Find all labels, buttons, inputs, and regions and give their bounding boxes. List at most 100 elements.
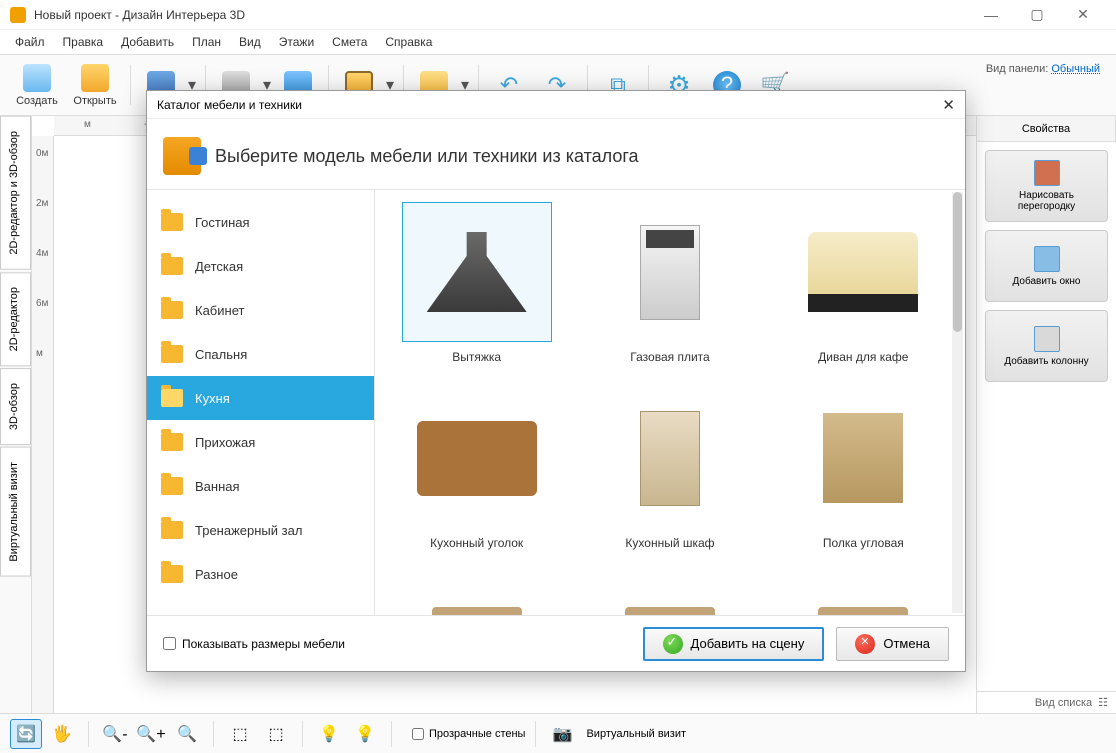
catalog-dialog: Каталог мебели и техники ✕ Выберите моде…	[146, 90, 966, 672]
menu-estimate[interactable]: Смета	[323, 32, 376, 52]
category-label: Гостиная	[195, 215, 250, 230]
walls-toggle-2[interactable]: ⬚	[260, 719, 292, 749]
list-mode-row: Вид списка ☷	[977, 691, 1116, 713]
folder-icon	[161, 433, 183, 451]
light-toggle[interactable]: 💡	[313, 719, 345, 749]
pan-button[interactable]: 🖐	[46, 719, 78, 749]
furniture-icon	[808, 232, 918, 312]
menu-file[interactable]: Файл	[6, 32, 54, 52]
vtab-2d[interactable]: 2D-редактор	[0, 272, 31, 366]
zoom-fit-icon: 🔍	[177, 724, 197, 744]
category-item[interactable]: Кухня	[147, 376, 374, 420]
catalog-item[interactable]: Газовая плита	[586, 202, 753, 364]
category-label: Кухня	[195, 391, 230, 406]
toolbar-create[interactable]: Создать	[10, 58, 64, 112]
vtab-virtual[interactable]: Виртуальный визит	[0, 447, 31, 577]
bulb-icon: 💡	[355, 724, 375, 744]
category-label: Прихожая	[195, 435, 255, 450]
furniture-icon	[818, 607, 908, 616]
catalog-item[interactable]: Диван для кафе	[780, 202, 947, 364]
item-thumbnail	[595, 202, 745, 342]
vtab-3d[interactable]: 3D-обзор	[0, 368, 31, 445]
folder-icon	[161, 257, 183, 275]
zoom-fit-button[interactable]: 🔍	[171, 719, 203, 749]
item-thumbnail	[595, 388, 745, 528]
bottombar: 🔄 🖐 🔍- 🔍+ 🔍 ⬚ ⬚ 💡 💡 Прозрачные стены 📷 В…	[0, 713, 1116, 753]
menu-plan[interactable]: План	[183, 32, 230, 52]
menu-floors[interactable]: Этажи	[270, 32, 323, 52]
category-item[interactable]: Детская	[147, 244, 374, 288]
show-sizes-check[interactable]: Показывать размеры мебели	[163, 637, 345, 651]
zoom-in-button[interactable]: 🔍+	[135, 719, 167, 749]
vtab-2d3d[interactable]: 2D-редактор и 3D-обзор	[0, 116, 31, 270]
dialog-close-button[interactable]: ✕	[942, 96, 955, 114]
dialog-titlebar[interactable]: Каталог мебели и техники ✕	[147, 91, 965, 119]
dialog-footer: Показывать размеры мебели Добавить на сц…	[147, 615, 965, 671]
cancel-button[interactable]: Отмена	[836, 627, 949, 661]
item-label: Кухонный шкаф	[625, 536, 714, 550]
app-icon	[10, 7, 26, 23]
zoom-out-button[interactable]: 🔍-	[99, 719, 131, 749]
category-item[interactable]: Разное	[147, 552, 374, 596]
folder-icon	[161, 389, 183, 407]
category-label: Спальня	[195, 347, 247, 362]
bricks-icon	[1034, 160, 1060, 186]
menu-add[interactable]: Добавить	[112, 32, 183, 52]
catalog-item[interactable]: Вытяжка	[393, 202, 560, 364]
maximize-button[interactable]: ▢	[1014, 0, 1060, 30]
catalog-item[interactable]: Полка угловая	[780, 388, 947, 550]
catalog-item[interactable]	[393, 574, 560, 615]
catalog-item[interactable]	[586, 574, 753, 615]
category-item[interactable]: Ванная	[147, 464, 374, 508]
menu-help[interactable]: Справка	[376, 32, 441, 52]
item-label: Вытяжка	[452, 350, 501, 364]
show-sizes-checkbox[interactable]	[163, 637, 176, 650]
category-item[interactable]: Тренажерный зал	[147, 508, 374, 552]
right-panel: Свойства Нарисовать перегородку Добавить…	[976, 116, 1116, 713]
window-icon	[1034, 246, 1060, 272]
separator	[213, 721, 214, 747]
tool-add-window[interactable]: Добавить окно	[985, 230, 1108, 302]
virtual-visit-label[interactable]: Виртуальный визит	[586, 728, 686, 740]
separator	[88, 721, 89, 747]
light-button-2[interactable]: 💡	[349, 719, 381, 749]
walls-toggle-1[interactable]: ⬚	[224, 719, 256, 749]
folder-icon	[161, 565, 183, 583]
bulb-icon: 💡	[319, 724, 339, 744]
minimize-button[interactable]: —	[968, 0, 1014, 30]
catalog-item[interactable]: Кухонный шкаф	[586, 388, 753, 550]
menu-edit[interactable]: Правка	[54, 32, 113, 52]
folder-icon	[161, 213, 183, 231]
ok-icon	[663, 634, 683, 654]
catalog-icon	[163, 137, 201, 175]
category-label: Разное	[195, 567, 238, 582]
close-button[interactable]: ✕	[1060, 0, 1106, 30]
transparent-walls-check[interactable]: Прозрачные стены	[412, 728, 525, 740]
view-360-button[interactable]: 🔄	[10, 719, 42, 749]
category-item[interactable]: Прихожая	[147, 420, 374, 464]
separator	[130, 65, 131, 105]
catalog-item[interactable]: Кухонный уголок	[393, 388, 560, 550]
camera-icon: 📷	[553, 724, 573, 744]
item-label: Газовая плита	[630, 350, 709, 364]
camera-button[interactable]: 📷	[546, 719, 578, 749]
category-label: Ванная	[195, 479, 240, 494]
category-item[interactable]: Спальня	[147, 332, 374, 376]
item-label: Диван для кафе	[818, 350, 908, 364]
transparent-walls-checkbox[interactable]	[412, 728, 424, 740]
category-item[interactable]: Гостиная	[147, 200, 374, 244]
item-thumbnail	[402, 388, 552, 528]
item-thumbnail	[788, 574, 938, 615]
tab-properties[interactable]: Свойства	[977, 116, 1116, 141]
panel-mode-link[interactable]: Обычный	[1051, 63, 1100, 75]
tool-draw-partition[interactable]: Нарисовать перегородку	[985, 150, 1108, 222]
category-item[interactable]: Кабинет	[147, 288, 374, 332]
menu-view[interactable]: Вид	[230, 32, 270, 52]
scrollbar-thumb[interactable]	[953, 192, 962, 332]
tool-add-column[interactable]: Добавить колонну	[985, 310, 1108, 382]
add-to-scene-button[interactable]: Добавить на сцену	[643, 627, 825, 661]
catalog-item[interactable]	[780, 574, 947, 615]
toolbar-open[interactable]: Открыть	[68, 58, 122, 112]
list-mode-icon[interactable]: ☷	[1098, 696, 1108, 709]
item-scrollbar[interactable]	[952, 192, 963, 613]
